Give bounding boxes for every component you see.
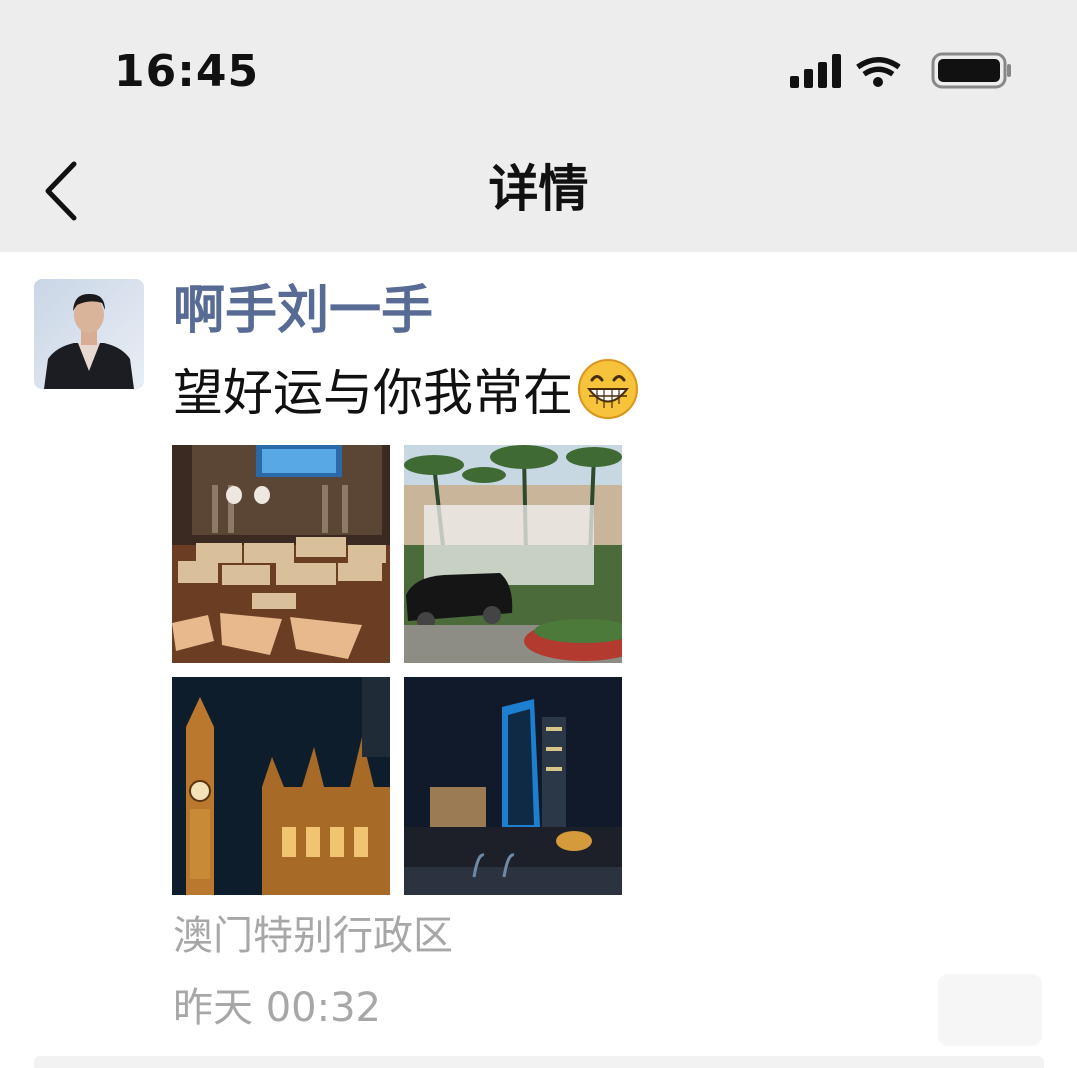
username[interactable]: 啊手刘一手: [173, 278, 433, 344]
grinning-emoji-icon: [577, 358, 639, 420]
chevron-left-icon: [45, 161, 77, 221]
more-actions-button[interactable]: [938, 974, 1042, 1046]
photo-blue-tower-night[interactable]: [404, 677, 622, 895]
top-bar: 16:45 详情: [0, 0, 1077, 252]
post-caption: 望好运与你我常在: [173, 358, 639, 428]
avatar[interactable]: [34, 279, 144, 389]
photo-cash-on-table[interactable]: [172, 445, 390, 663]
post-timestamp: 昨天 00:32: [173, 985, 381, 1031]
wifi-icon: [856, 57, 901, 87]
page-title: 详情: [488, 160, 589, 218]
battery-icon: [931, 52, 1011, 89]
section-divider: [34, 1056, 1044, 1068]
moment-post: 啊手刘一手 望好运与你我常在 澳门特别行政区 昨天 00:32: [0, 252, 1077, 1068]
photo-car-palm-trees[interactable]: [404, 445, 622, 663]
status-icons: [788, 50, 1013, 92]
back-button[interactable]: [36, 156, 92, 226]
photo-clock-tower-night[interactable]: [172, 677, 390, 895]
post-location[interactable]: 澳门特别行政区: [173, 908, 453, 964]
caption-text: 望好运与你我常在: [173, 364, 573, 422]
signal-icon: [790, 54, 841, 88]
status-time: 16:45: [114, 46, 260, 97]
